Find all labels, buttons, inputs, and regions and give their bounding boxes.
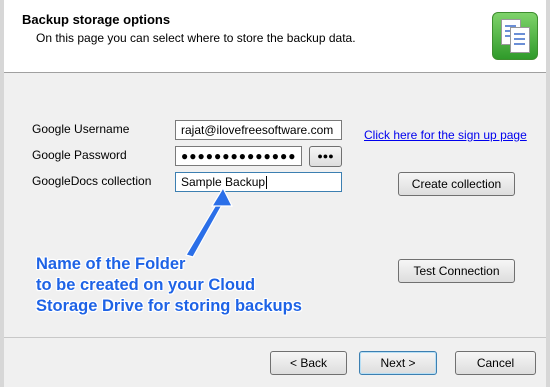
text-caret (266, 176, 268, 190)
next-button[interactable]: Next > (359, 351, 437, 375)
password-label: Google Password (32, 148, 127, 162)
collection-input[interactable]: Sample Backup (175, 172, 342, 192)
page-subtitle: On this page you can select where to sto… (36, 31, 356, 45)
username-label: Google Username (32, 122, 130, 136)
test-connection-button[interactable]: Test Connection (398, 259, 515, 283)
signup-link[interactable]: Click here for the sign up page (364, 128, 527, 142)
page-title: Backup storage options (22, 12, 171, 27)
annotation-line-2: to be created on your Cloud (36, 276, 256, 294)
back-button[interactable]: < Back (270, 351, 347, 375)
username-input[interactable]: rajat@ilovefreesoftware.com (175, 120, 342, 140)
cancel-button[interactable]: Cancel (455, 351, 536, 375)
password-input[interactable]: ●●●●●●●●●●●●●● (175, 146, 302, 166)
annotation-callout: Name of the Folder to be created on your… (36, 254, 376, 317)
collection-label: GoogleDocs collection (32, 174, 152, 188)
annotation-line-3: Storage Drive for storing backups (36, 297, 302, 315)
collection-input-value: Sample Backup (181, 175, 266, 189)
footer-divider (4, 337, 546, 338)
wizard-header: Backup storage options On this page you … (4, 0, 546, 73)
backup-documents-icon (492, 12, 538, 60)
show-password-button[interactable]: ●●● (309, 146, 342, 167)
create-collection-button[interactable]: Create collection (398, 172, 515, 196)
annotation-line-1: Name of the Folder (36, 255, 186, 273)
window-right-border (546, 0, 550, 387)
